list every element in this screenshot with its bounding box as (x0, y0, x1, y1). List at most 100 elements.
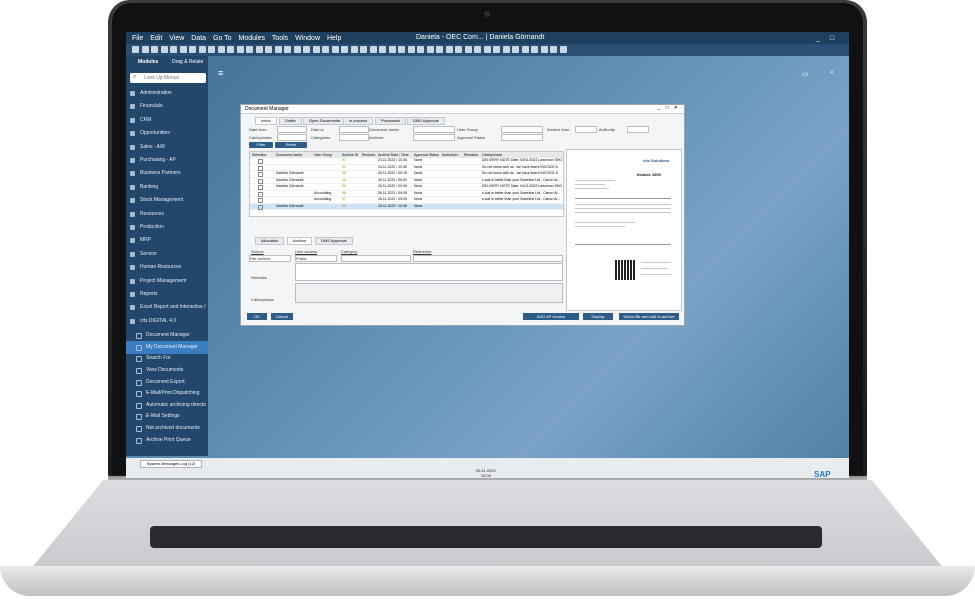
toolbar-tool-icon[interactable] (312, 46, 320, 53)
subtab-allocation[interactable]: Allocation (255, 237, 285, 245)
archive-from-input[interactable] (575, 126, 597, 133)
subtab-dms-approval[interactable]: DMS Approval (315, 237, 353, 245)
source-select[interactable]: File archive (249, 255, 291, 262)
toolbar-tool-icon[interactable] (246, 46, 253, 53)
approval-status-select[interactable] (501, 134, 543, 141)
sidebar-item[interactable]: Banking (126, 181, 208, 194)
row-archive-id[interactable]: 96 (342, 184, 358, 190)
toolbar-tool-icon[interactable] (179, 46, 187, 53)
menu-tools[interactable]: Tools (272, 35, 288, 42)
toolbar-tool-icon[interactable] (322, 46, 329, 53)
toolbar-tool-icon[interactable] (132, 46, 139, 53)
sidebar-item[interactable]: Human Resources (126, 261, 208, 274)
search-icon[interactable]: ⌕ (830, 69, 834, 77)
menu-view[interactable]: View (169, 35, 184, 42)
tab-inbox[interactable]: Inbox (255, 117, 277, 125)
row-checkbox[interactable] (258, 185, 263, 190)
display-button[interactable]: Display (583, 313, 613, 320)
sidebar-item[interactable]: Excel Report and Interactive / (126, 301, 208, 314)
toolbar-tool-icon[interactable] (331, 46, 339, 53)
select-file-archive-button[interactable]: Select file and add to archive (619, 313, 679, 320)
toolbar-tool-icon[interactable] (493, 46, 500, 53)
reference-input[interactable] (413, 255, 563, 262)
category-select[interactable] (341, 255, 411, 262)
sidebar-item[interactable]: Production (126, 221, 208, 234)
sidebar-item[interactable]: Reports (126, 288, 208, 301)
toolbar-tool-icon[interactable] (293, 46, 301, 53)
message-icon[interactable]: ▭ (802, 70, 809, 78)
row-checkbox[interactable] (258, 198, 263, 203)
table-row[interactable]: Daniela Görnandt 99 28.11.2022 / 10:08 None (250, 203, 563, 210)
sidebar-item[interactable]: Financials (126, 100, 208, 113)
sidebar-item[interactable]: Sales - A/R (126, 141, 208, 154)
catchphrase-archive-input[interactable] (295, 283, 563, 303)
toolbar-tool-icon[interactable] (265, 46, 272, 53)
tab-drafts[interactable]: Drafts (279, 117, 302, 125)
toolbar-tool-icon[interactable] (445, 46, 453, 53)
toolbar-tool-icon[interactable] (303, 46, 310, 53)
toolbar-tool-icon[interactable] (369, 46, 377, 53)
row-checkbox[interactable] (258, 204, 263, 210)
toolbar-tool-icon[interactable] (398, 46, 405, 53)
toolbar-tool-icon[interactable] (274, 46, 282, 53)
toolbar-tool-icon[interactable] (464, 46, 472, 53)
menu-goto[interactable]: Go To (213, 35, 232, 42)
toolbar-tool-icon[interactable] (521, 46, 529, 53)
toolbar-tool-icon[interactable] (189, 46, 196, 53)
ok-button[interactable]: OK (247, 313, 267, 320)
toolbar-tool-icon[interactable] (170, 46, 177, 53)
menu-window[interactable]: Window (295, 35, 320, 42)
row-archive-id[interactable]: 95 (342, 178, 358, 184)
sidebar-subitem[interactable]: Archive Print Queue (126, 434, 208, 447)
system-messages-log[interactable]: System Messages Log (12) (140, 460, 202, 468)
add-ap-invoice-button[interactable]: ADD AP Invoice (523, 313, 579, 320)
toolbar-tool-icon[interactable] (483, 46, 491, 53)
catchphrase-input[interactable] (277, 134, 307, 141)
remarks-input[interactable] (295, 263, 563, 281)
toolbar-tool-icon[interactable] (217, 46, 225, 53)
toolbar-tool-icon[interactable] (436, 46, 443, 53)
toolbar-tool-icon[interactable] (284, 46, 291, 53)
menu-edit[interactable]: Edit (150, 35, 162, 42)
tab-dms-approval[interactable]: DMS Approval (407, 117, 445, 125)
reset-button[interactable]: Reset (275, 142, 307, 148)
row-archive-id[interactable]: 91 (342, 158, 358, 164)
hamburger-icon[interactable]: ≡ (218, 68, 223, 78)
filter-button[interactable]: Filter (249, 142, 273, 148)
cancel-button[interactable]: Cancel (271, 313, 293, 320)
toolbar-tool-icon[interactable] (341, 46, 348, 53)
sidebar-item[interactable]: CRM (126, 114, 208, 127)
toolbar-tool-icon[interactable] (512, 46, 519, 53)
toolbar-tool-icon[interactable] (360, 46, 367, 53)
menu-modules[interactable]: Modules (239, 35, 265, 42)
toolbar-tool-icon[interactable] (141, 46, 149, 53)
date-from-input[interactable] (277, 126, 307, 133)
subtab-archive[interactable]: Archive (287, 237, 313, 245)
tab-drag-relate[interactable]: Drag & Relate (172, 59, 203, 65)
row-archive-id[interactable]: 96 (342, 191, 358, 197)
sidebar-item[interactable]: cits DIGITAL 4.0 (126, 315, 208, 328)
row-checkbox[interactable] (258, 172, 263, 177)
toolbar-tool-icon[interactable] (550, 46, 557, 53)
categories-select[interactable] (339, 134, 369, 141)
toolbar-tool-icon[interactable] (379, 46, 386, 53)
toolbar-tool-icon[interactable] (208, 46, 215, 53)
menu-file[interactable]: File (132, 35, 143, 42)
row-archive-id[interactable]: 99 (342, 204, 358, 210)
sidebar-item[interactable]: Business Partners (126, 167, 208, 180)
user-access-select[interactable]: Public (295, 255, 337, 262)
archiver-input[interactable] (413, 134, 455, 141)
toolbar-tool-icon[interactable] (227, 46, 234, 53)
row-checkbox[interactable] (258, 178, 263, 184)
sidebar-item[interactable]: Resources (126, 208, 208, 221)
toolbar-tool-icon[interactable] (417, 46, 424, 53)
authority-input[interactable] (627, 126, 649, 133)
tab-modules[interactable]: Modules (138, 59, 158, 65)
search-input[interactable]: Look Up Menus (130, 73, 206, 83)
toolbar-tool-icon[interactable] (531, 46, 538, 53)
toolbar-tool-icon[interactable] (474, 46, 481, 53)
toolbar-tool-icon[interactable] (559, 46, 567, 53)
toolbar-tool-icon[interactable] (198, 46, 206, 53)
toolbar-tool-icon[interactable] (407, 46, 415, 53)
menu-help[interactable]: Help (327, 35, 341, 42)
